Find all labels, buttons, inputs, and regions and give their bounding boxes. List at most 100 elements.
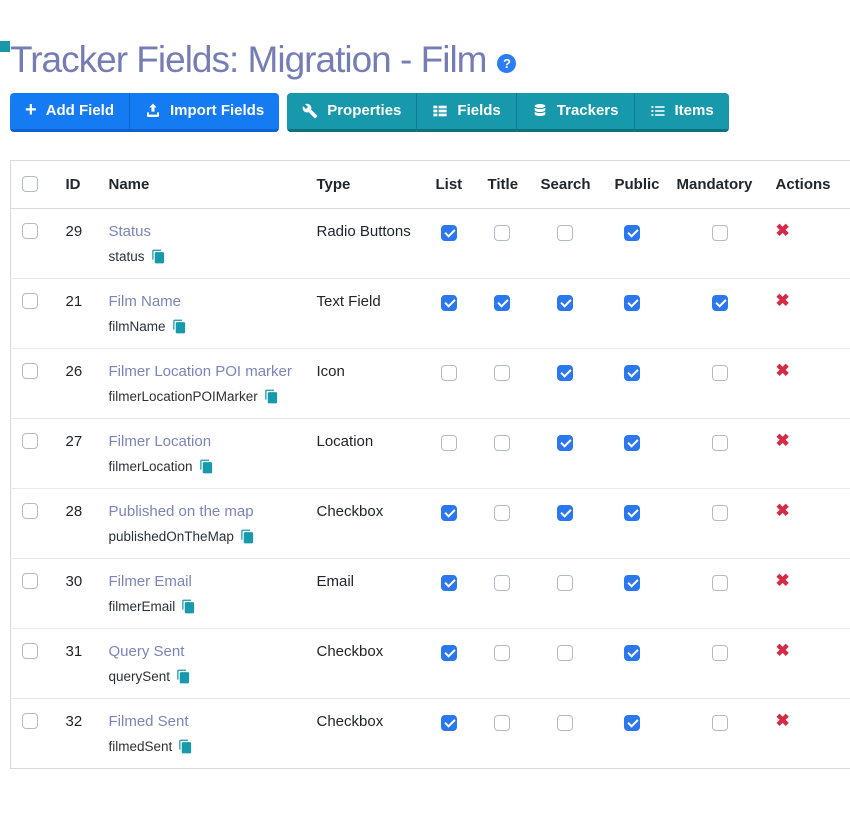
flag-title-checkbox[interactable] (494, 225, 510, 241)
row-select-checkbox[interactable] (22, 433, 38, 449)
field-type: Checkbox (306, 628, 425, 698)
flag-mandatory-checkbox[interactable] (712, 715, 728, 731)
copy-icon[interactable] (264, 389, 279, 404)
row-select-checkbox[interactable] (22, 223, 38, 239)
row-select-checkbox[interactable] (22, 643, 38, 659)
flag-public-checkbox[interactable] (624, 365, 640, 381)
plus-icon: + (25, 100, 37, 120)
flag-search-checkbox[interactable] (557, 365, 573, 381)
field-name-link[interactable]: Query Sent (109, 643, 185, 660)
column-header-list: List (425, 160, 477, 208)
delete-field-button[interactable]: ✖ (776, 572, 790, 589)
flag-list-checkbox[interactable] (441, 505, 457, 521)
flag-title-checkbox[interactable] (494, 365, 510, 381)
flag-search-checkbox[interactable] (557, 435, 573, 451)
flag-title-checkbox[interactable] (494, 505, 510, 521)
field-type: Text Field (306, 278, 425, 348)
delete-field-button[interactable]: ✖ (776, 432, 790, 449)
flag-mandatory-checkbox[interactable] (712, 435, 728, 451)
copy-icon[interactable] (240, 529, 255, 544)
nav-trackers-button[interactable]: Trackers (516, 93, 634, 132)
flag-search-checkbox[interactable] (557, 295, 573, 311)
field-actions-group: + Add Field Import Fields (10, 93, 279, 132)
nav-fields-button[interactable]: Fields (416, 93, 515, 132)
flag-public-checkbox[interactable] (624, 295, 640, 311)
delete-field-button[interactable]: ✖ (776, 222, 790, 239)
row-select-checkbox[interactable] (22, 293, 38, 309)
flag-title-checkbox[interactable] (494, 575, 510, 591)
field-name-link[interactable]: Status (109, 223, 152, 240)
table-row: 32 Filmed Sent filmedSent Checkbox ✖ (11, 698, 850, 768)
field-perm-name: status (109, 249, 145, 264)
field-name-link[interactable]: Filmer Location POI marker (109, 363, 292, 380)
flag-list-checkbox[interactable] (441, 435, 457, 451)
table-body: 29 Status status Radio Buttons ✖ 21 Film… (11, 208, 850, 768)
copy-icon[interactable] (178, 739, 193, 754)
flag-list-checkbox[interactable] (441, 645, 457, 661)
flag-search-checkbox[interactable] (557, 645, 573, 661)
delete-field-button[interactable]: ✖ (776, 502, 790, 519)
field-type: Icon (306, 348, 425, 418)
delete-field-button[interactable]: ✖ (776, 712, 790, 729)
row-select-checkbox[interactable] (22, 503, 38, 519)
field-perm-name: filmName (109, 319, 166, 334)
nav-items-label: Items (675, 102, 714, 119)
flag-public-checkbox[interactable] (624, 575, 640, 591)
toolbar: + Add Field Import Fields Properties Fie… (10, 93, 850, 132)
flag-public-checkbox[interactable] (624, 715, 640, 731)
flag-title-checkbox[interactable] (494, 645, 510, 661)
flag-list-checkbox[interactable] (441, 365, 457, 381)
nav-items-button[interactable]: Items (634, 93, 729, 132)
row-select-checkbox[interactable] (22, 573, 38, 589)
flag-public-checkbox[interactable] (624, 435, 640, 451)
flag-title-checkbox[interactable] (494, 295, 510, 311)
upload-icon (145, 103, 161, 119)
row-select-checkbox[interactable] (22, 713, 38, 729)
flag-search-checkbox[interactable] (557, 715, 573, 731)
add-field-button[interactable]: + Add Field (10, 93, 129, 132)
nav-properties-button[interactable]: Properties (287, 93, 416, 132)
flag-search-checkbox[interactable] (557, 575, 573, 591)
field-name-link[interactable]: Film Name (109, 293, 182, 310)
delete-field-button[interactable]: ✖ (776, 362, 790, 379)
flag-mandatory-checkbox[interactable] (712, 295, 728, 311)
copy-icon[interactable] (151, 249, 166, 264)
field-name-link[interactable]: Filmed Sent (109, 713, 189, 730)
flag-mandatory-checkbox[interactable] (712, 505, 728, 521)
flag-search-checkbox[interactable] (557, 505, 573, 521)
column-header-title: Title (477, 160, 530, 208)
delete-field-button[interactable]: ✖ (776, 292, 790, 309)
field-id: 29 (55, 208, 98, 278)
import-fields-button[interactable]: Import Fields (129, 93, 279, 132)
copy-icon[interactable] (181, 599, 196, 614)
flag-list-checkbox[interactable] (441, 575, 457, 591)
flag-list-checkbox[interactable] (441, 295, 457, 311)
copy-icon[interactable] (199, 459, 214, 474)
flag-public-checkbox[interactable] (624, 225, 640, 241)
flag-list-checkbox[interactable] (441, 715, 457, 731)
flag-title-checkbox[interactable] (494, 435, 510, 451)
flag-mandatory-checkbox[interactable] (712, 645, 728, 661)
flag-public-checkbox[interactable] (624, 645, 640, 661)
copy-icon[interactable] (172, 319, 187, 334)
field-name-link[interactable]: Filmer Email (109, 573, 192, 590)
flag-list-checkbox[interactable] (441, 225, 457, 241)
flag-mandatory-checkbox[interactable] (712, 575, 728, 591)
field-name-link[interactable]: Filmer Location (109, 433, 212, 450)
flag-title-checkbox[interactable] (494, 715, 510, 731)
field-type: Radio Buttons (306, 208, 425, 278)
field-type: Checkbox (306, 698, 425, 768)
field-name-link[interactable]: Published on the map (109, 503, 254, 520)
flag-public-checkbox[interactable] (624, 505, 640, 521)
copy-icon[interactable] (176, 669, 191, 684)
table-row: 28 Published on the map publishedOnTheMa… (11, 488, 850, 558)
flag-mandatory-checkbox[interactable] (712, 225, 728, 241)
column-header-name: Name (98, 160, 306, 208)
flag-search-checkbox[interactable] (557, 225, 573, 241)
select-all-checkbox[interactable] (22, 176, 38, 192)
field-perm-name: publishedOnTheMap (109, 529, 234, 544)
row-select-checkbox[interactable] (22, 363, 38, 379)
help-icon[interactable]: ? (497, 54, 516, 73)
delete-field-button[interactable]: ✖ (776, 642, 790, 659)
flag-mandatory-checkbox[interactable] (712, 365, 728, 381)
